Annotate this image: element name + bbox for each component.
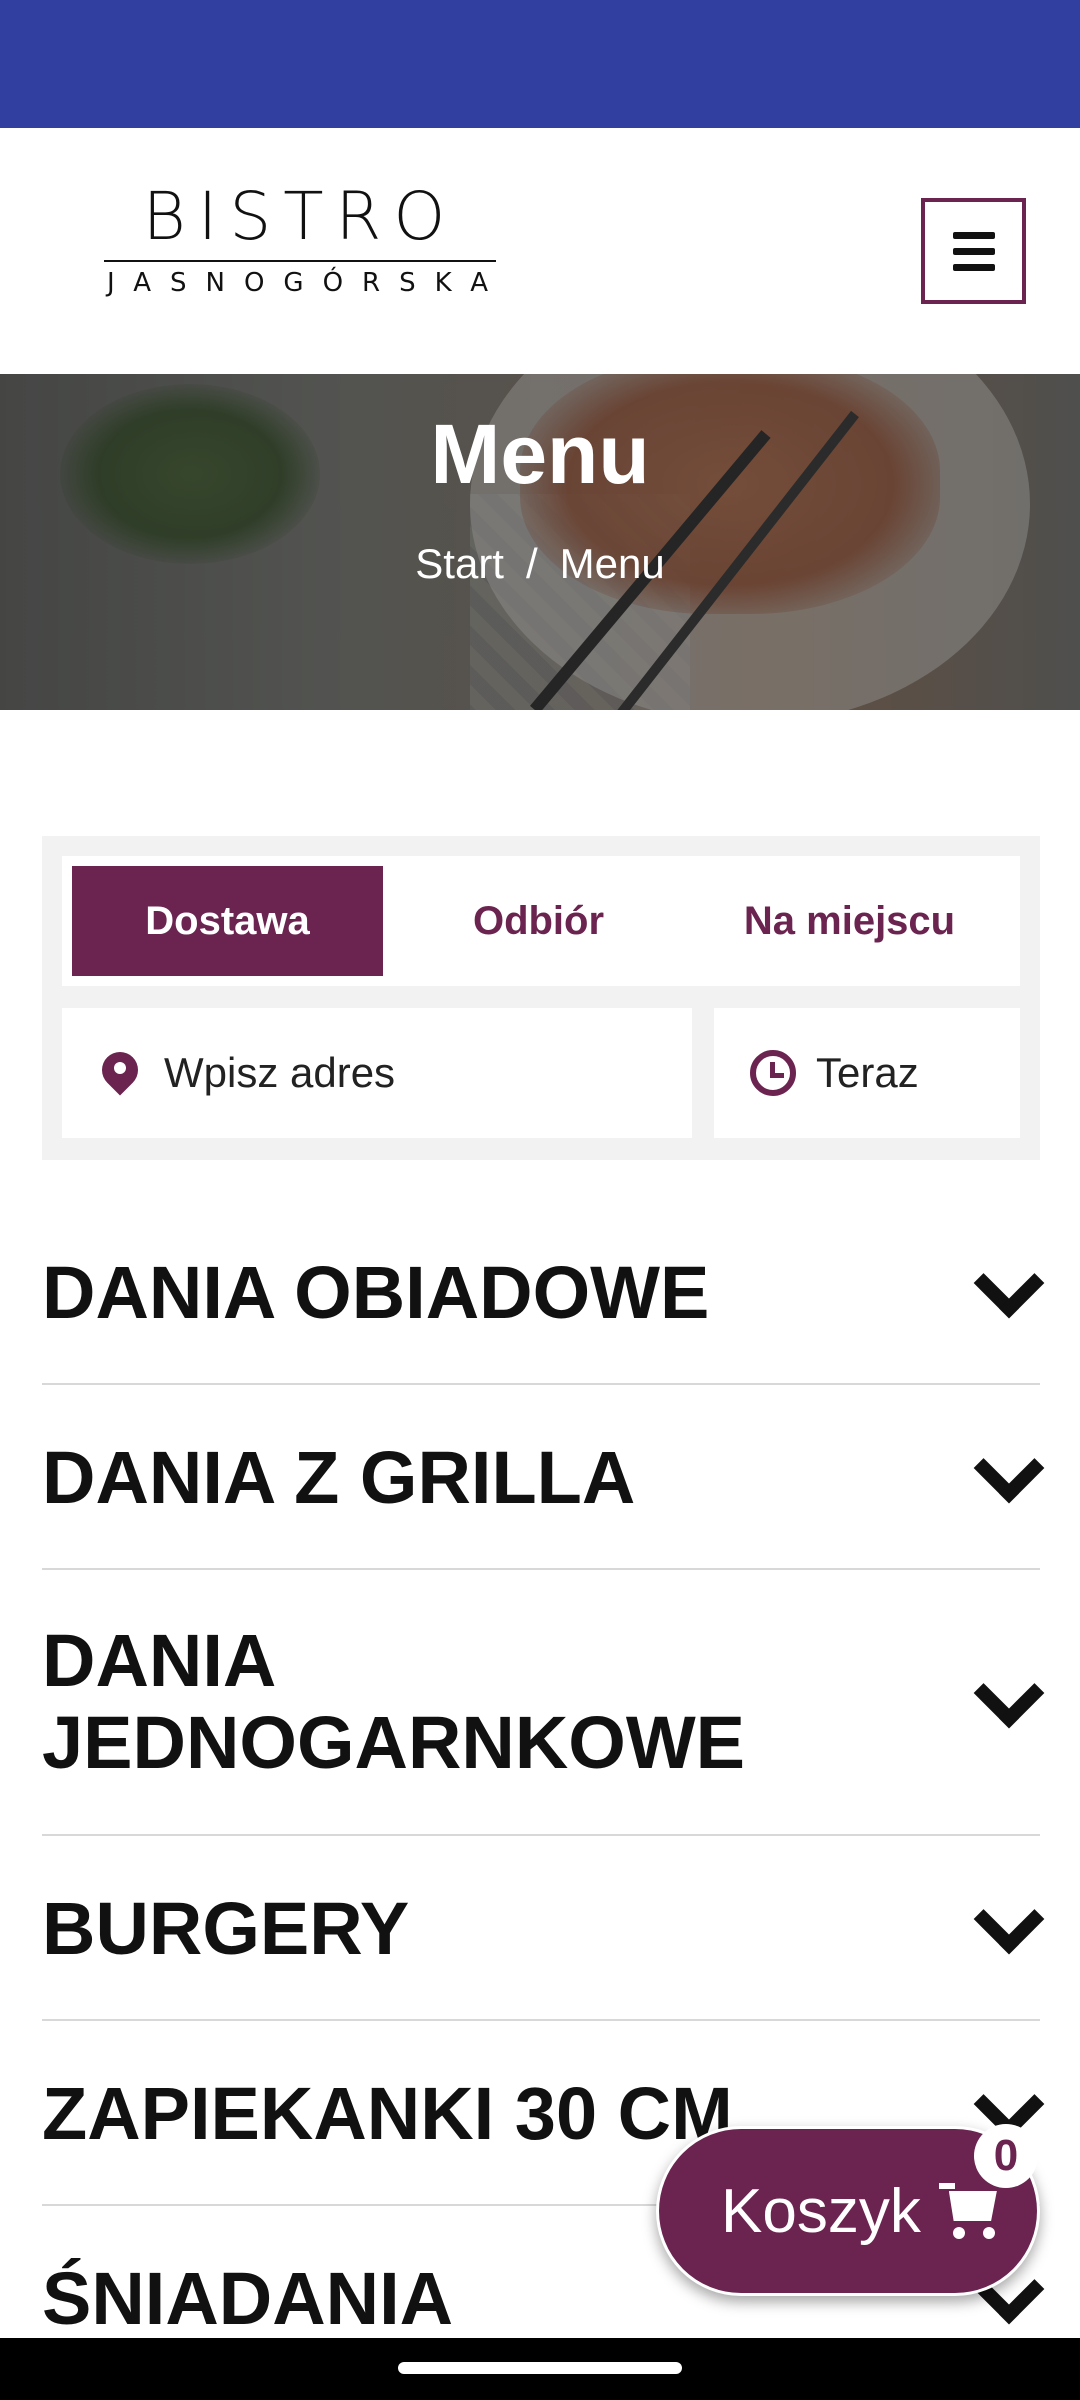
cart-label: Koszyk	[721, 2176, 921, 2246]
category-label: DANIA JEDNOGARNKOWE	[42, 1619, 746, 1784]
menu-icon-bar	[953, 264, 995, 271]
chevron-down-icon	[973, 1657, 1045, 1729]
breadcrumb: Start / Menu	[0, 540, 1080, 588]
cart-icon	[938, 2183, 1001, 2239]
cart-count-badge: 0	[974, 2124, 1038, 2188]
logo-divider	[104, 260, 496, 262]
home-gesture-handle[interactable]	[398, 2362, 682, 2374]
map-pin-icon	[94, 1044, 146, 1098]
chevron-down-icon	[973, 1432, 1045, 1504]
category-dania-jednogarnkowe[interactable]: DANIA JEDNOGARNKOWE	[42, 1570, 1045, 1836]
logo-wordmark-bottom: JASNOGÓRSKA	[107, 268, 507, 298]
menu-toggle-button[interactable]	[921, 198, 1026, 304]
breadcrumb-link-start[interactable]: Start	[415, 540, 504, 587]
site-header: BISTRO JASNOGÓRSKA	[0, 128, 1080, 374]
clock-icon	[750, 1050, 796, 1096]
address-placeholder: Wpisz adres	[164, 1049, 396, 1096]
tab-na-miejscu[interactable]: Na miejscu	[694, 866, 1005, 976]
category-dania-obiadowe[interactable]: DANIA OBIADOWE	[42, 1200, 1045, 1385]
breadcrumb-current: Menu	[559, 540, 665, 587]
order-options-panel: Dostawa Odbiór Na miejscu Wpisz adres Te…	[42, 836, 1040, 1160]
logo-wordmark-top: BISTRO	[142, 178, 458, 255]
bistro-logo[interactable]: BISTRO JASNOGÓRSKA	[90, 178, 510, 308]
breadcrumb-separator: /	[525, 540, 538, 587]
chevron-down-icon	[973, 1247, 1045, 1319]
order-mode-tabs: Dostawa Odbiór Na miejscu	[62, 856, 1020, 986]
hero-banner: Menu Start / Menu	[0, 374, 1080, 710]
category-label: BURGERY	[42, 1887, 410, 1970]
category-burgery[interactable]: BURGERY	[42, 1836, 1045, 2021]
page-title: Menu	[430, 407, 650, 501]
category-label: DANIA OBIADOWE	[42, 1251, 710, 1334]
menu-icon	[953, 232, 995, 239]
time-value: Teraz	[816, 1049, 919, 1096]
time-select[interactable]: Teraz	[714, 1008, 1020, 1138]
tab-dostawa[interactable]: Dostawa	[72, 866, 383, 976]
address-input[interactable]: Wpisz adres	[62, 1008, 692, 1138]
status-bar	[0, 0, 1080, 128]
chevron-down-icon	[973, 1883, 1045, 1955]
system-navigation-bar	[0, 2338, 1080, 2400]
category-dania-z-grilla[interactable]: DANIA Z GRILLA	[42, 1385, 1045, 1570]
menu-icon-bar	[953, 248, 995, 255]
category-label: DANIA Z GRILLA	[42, 1436, 636, 1519]
tab-odbior[interactable]: Odbiór	[383, 866, 694, 976]
